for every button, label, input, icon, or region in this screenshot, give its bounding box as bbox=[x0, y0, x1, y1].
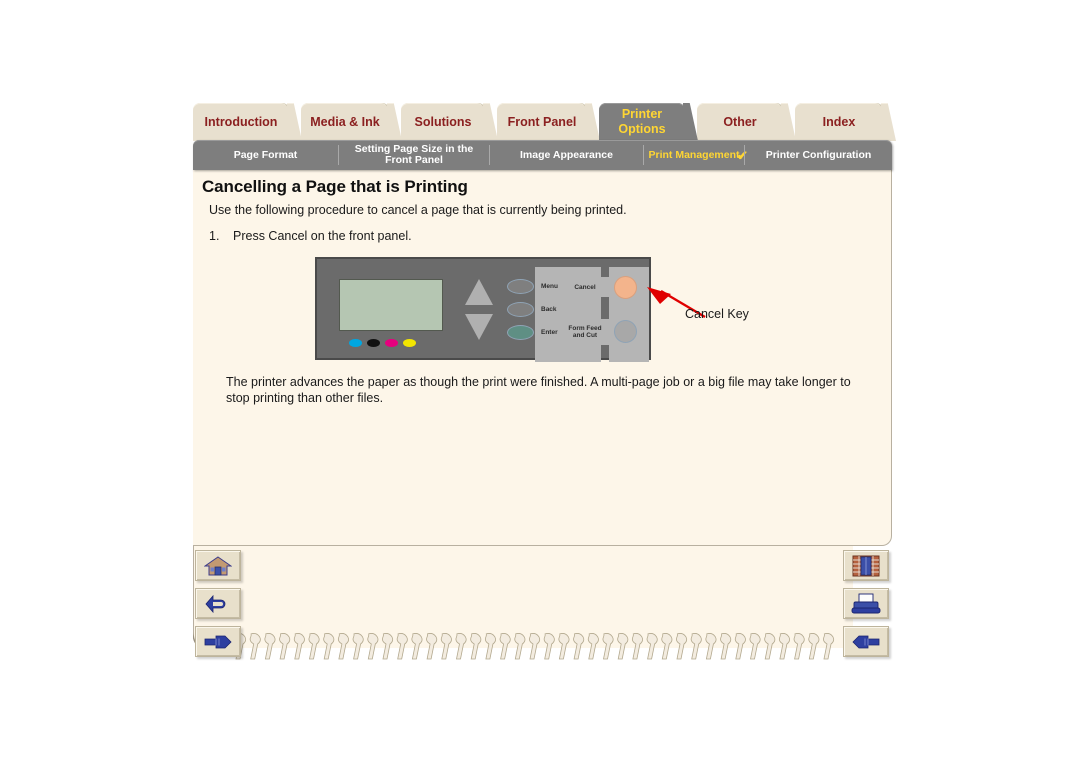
ink-dot-cyan bbox=[349, 339, 362, 347]
step-text: Press Cancel on the front panel. bbox=[233, 229, 412, 243]
hand-pointing-right-icon bbox=[204, 635, 232, 648]
front-panel-face: Menu Back Enter Cancel Form Feed and Cut bbox=[321, 263, 649, 362]
nav-button-forward[interactable] bbox=[195, 626, 241, 657]
main-tab-printer-options[interactable]: Printer Options bbox=[599, 103, 698, 141]
main-tab-index[interactable]: Index bbox=[795, 103, 896, 141]
spiral-binding bbox=[235, 633, 835, 660]
sub-tab-printer-configuration[interactable]: Printer Configuration bbox=[745, 140, 892, 170]
printer-icon bbox=[851, 593, 881, 613]
enter-key[interactable] bbox=[507, 325, 534, 340]
nav-button-back[interactable] bbox=[195, 588, 241, 619]
enter-label: Enter bbox=[541, 329, 558, 336]
ink-dot-black bbox=[367, 339, 380, 347]
ink-dot-magenta bbox=[385, 339, 398, 347]
form-feed-label-line2: and Cut bbox=[572, 332, 598, 339]
tab-slant bbox=[287, 103, 302, 141]
main-tab-front-panel-label: Front Panel bbox=[507, 115, 577, 129]
cancel-label-lozenge: Cancel bbox=[561, 277, 609, 297]
tab-slant bbox=[881, 103, 896, 141]
main-tab-printer-options-label-line1: Printer bbox=[621, 107, 663, 121]
front-panel-illustration: Menu Back Enter Cancel Form Feed and Cut bbox=[315, 257, 651, 362]
sub-tab-page-format-label: Page Format bbox=[233, 148, 298, 161]
content-page: Cancelling a Page that is Printing Use t… bbox=[193, 169, 892, 546]
tab-slant bbox=[781, 103, 796, 141]
tab-slant bbox=[483, 103, 498, 141]
back-key[interactable] bbox=[507, 302, 534, 317]
main-tab-media-and-ink[interactable]: Media & Ink bbox=[301, 103, 402, 141]
main-tab-solutions-label: Solutions bbox=[414, 115, 472, 129]
nav-button-previous[interactable] bbox=[843, 626, 889, 657]
front-panel-bezel: Menu Back Enter Cancel Form Feed and Cut bbox=[315, 257, 651, 362]
nav-button-index[interactable] bbox=[843, 550, 889, 581]
sub-tab-page-format[interactable]: Page Format bbox=[193, 140, 338, 170]
main-tab-index-label: Index bbox=[822, 115, 856, 129]
back-label: Back bbox=[541, 306, 557, 313]
tab-slant bbox=[683, 103, 698, 141]
main-tab-other[interactable]: Other bbox=[697, 103, 796, 141]
sub-tab-image-appearance-label: Image Appearance bbox=[520, 148, 613, 161]
back-arrow-icon bbox=[205, 594, 226, 613]
menu-key[interactable] bbox=[507, 279, 534, 294]
sub-tab-image-appearance[interactable]: Image Appearance bbox=[490, 140, 643, 170]
tab-slant bbox=[387, 103, 402, 141]
sub-tab-bar: Page Format Setting Page Size in the Fro… bbox=[193, 140, 892, 170]
nav-button-print[interactable] bbox=[843, 588, 889, 619]
form-feed-and-cut-key[interactable] bbox=[614, 320, 637, 343]
up-arrow-icon[interactable] bbox=[465, 279, 493, 305]
back-label-lozenge: Back bbox=[535, 301, 601, 318]
hand-pointing-left-icon bbox=[852, 635, 880, 648]
nav-button-home[interactable] bbox=[195, 550, 241, 581]
bookshelf-icon bbox=[852, 555, 880, 576]
ink-dot-yellow bbox=[403, 339, 416, 347]
sub-tab-print-management[interactable]: Print Management bbox=[644, 140, 744, 170]
cancel-key[interactable] bbox=[614, 276, 637, 299]
main-tab-bar: Introduction Media & Ink Solutions Front… bbox=[193, 103, 896, 141]
main-tab-printer-options-label-line2: Options bbox=[618, 122, 666, 136]
form-feed-label-lozenge: Form Feed and Cut bbox=[561, 319, 609, 345]
lcd-display bbox=[339, 279, 443, 331]
outro-paragraph: The printer advances the paper as though… bbox=[226, 375, 851, 405]
main-tab-media-and-ink-label: Media & Ink bbox=[310, 115, 380, 129]
page-title: Cancelling a Page that is Printing bbox=[202, 177, 468, 196]
callout-label: Cancel Key bbox=[685, 307, 749, 321]
sub-tab-printer-configuration-label: Printer Configuration bbox=[765, 148, 872, 161]
cancel-label: Cancel bbox=[574, 283, 596, 291]
help-viewer-page: Introduction Media & Ink Solutions Front… bbox=[0, 0, 1080, 763]
main-tab-front-panel[interactable]: Front Panel bbox=[497, 103, 600, 141]
menu-label: Menu bbox=[541, 283, 558, 290]
step-number: 1. bbox=[209, 229, 220, 243]
main-tab-introduction[interactable]: Introduction bbox=[193, 103, 302, 141]
main-tab-introduction-label: Introduction bbox=[204, 115, 278, 129]
form-feed-label-line1: Form Feed bbox=[568, 325, 602, 332]
down-arrow-icon[interactable] bbox=[465, 314, 493, 340]
sub-tab-setting-page-size-label-line2: Front Panel bbox=[385, 154, 443, 166]
house-icon bbox=[204, 555, 232, 575]
sub-tab-setting-page-size[interactable]: Setting Page Size in the Front Panel bbox=[339, 140, 489, 170]
sub-tab-print-management-label: Print Management bbox=[648, 148, 740, 161]
main-tab-solutions[interactable]: Solutions bbox=[401, 103, 498, 141]
main-tab-other-label: Other bbox=[723, 115, 757, 129]
tab-slant bbox=[585, 103, 600, 141]
intro-paragraph: Use the following procedure to cancel a … bbox=[209, 203, 627, 217]
